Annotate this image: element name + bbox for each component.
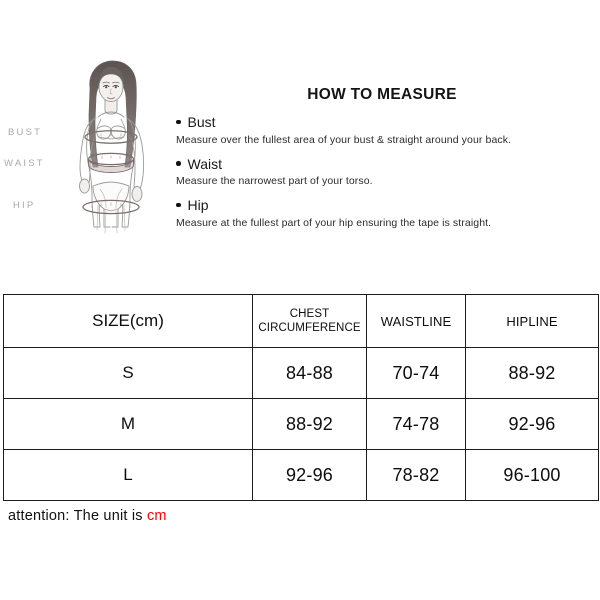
size-chart-table-wrapper: SIZE(cm) CHEST CIRCUMFERENCE WAISTLINE H… — [3, 294, 599, 501]
attention-note-text: attention: The unit is — [8, 508, 147, 524]
bullet-icon — [176, 202, 181, 208]
table-row: S 84-88 70-74 88-92 — [3, 347, 599, 399]
bullet-icon — [176, 119, 181, 124]
table-row: M 88-92 74-78 92-96 — [3, 398, 599, 450]
figure-label-hip: HIP — [13, 200, 36, 211]
measure-item-waist-heading: Waist — [176, 155, 594, 174]
measure-item-waist-description: Measure the narrowest part of your torso… — [176, 175, 373, 188]
measure-item-hip-description: Measure at the fullest part of your hip … — [176, 217, 492, 230]
measure-item-hip: Hip Measure at the fullest part of your … — [176, 196, 594, 231]
figure-label-waist: WAIST — [4, 158, 45, 169]
cell-size-l: L — [3, 449, 253, 501]
how-to-measure-text-block: HOW TO MEASURE Bust Measure over the ful… — [176, 86, 594, 238]
measure-item-bust-heading: Bust — [176, 113, 594, 132]
cell-chest-m: 88-92 — [252, 398, 367, 450]
header-cell-chest: CHEST CIRCUMFERENCE — [252, 294, 367, 348]
cell-hip-s: 88-92 — [465, 347, 599, 399]
size-chart-table: SIZE(cm) CHEST CIRCUMFERENCE WAISTLINE H… — [3, 294, 599, 501]
attention-note-unit: cm — [146, 508, 167, 524]
measure-item-bust-label: Bust — [187, 114, 216, 130]
cell-hip-l: 96-100 — [465, 449, 599, 501]
measurement-figure-block: BUST WAIST HIP — [0, 55, 180, 270]
cell-size-s: S — [3, 347, 253, 399]
how-to-measure-title: HOW TO MEASURE — [307, 86, 457, 103]
header-cell-waistline: WAISTLINE — [366, 294, 466, 348]
cell-waist-l: 78-82 — [366, 449, 466, 501]
female-body-illustration — [79, 60, 145, 234]
table-row: L 92-96 78-82 96-100 — [3, 449, 599, 501]
cell-waist-m: 74-78 — [366, 398, 466, 450]
header-cell-size: SIZE(cm) — [3, 294, 253, 348]
measure-item-hip-heading: Hip — [176, 196, 594, 215]
measure-item-bust-description: Measure over the fullest area of your bu… — [176, 133, 512, 146]
cell-waist-s: 70-74 — [366, 347, 466, 399]
cell-chest-s: 84-88 — [252, 347, 367, 399]
bullet-icon — [176, 161, 181, 166]
how-to-measure-section: BUST WAIST HIP HOW TO MEASURE Bust Measu… — [0, 0, 600, 288]
header-cell-chest-line2: CIRCUMFERENCE — [258, 322, 361, 334]
cell-hip-m: 92-96 — [465, 398, 599, 450]
cell-size-m: M — [3, 398, 253, 450]
measure-item-bust: Bust Measure over the fullest area of yo… — [176, 113, 594, 148]
measure-item-waist: Waist Measure the narrowest part of your… — [176, 155, 594, 190]
header-cell-chest-line1: CHEST — [289, 307, 330, 320]
measure-item-hip-label: Hip — [187, 197, 209, 214]
figure-label-bust: BUST — [8, 127, 43, 138]
measure-item-waist-label: Waist — [187, 155, 222, 172]
attention-note: attention: The unit is cm — [8, 508, 167, 524]
cell-chest-l: 92-96 — [252, 449, 367, 501]
table-header-row: SIZE(cm) CHEST CIRCUMFERENCE WAISTLINE H… — [3, 294, 599, 348]
header-cell-hipline: HIPLINE — [465, 294, 599, 348]
